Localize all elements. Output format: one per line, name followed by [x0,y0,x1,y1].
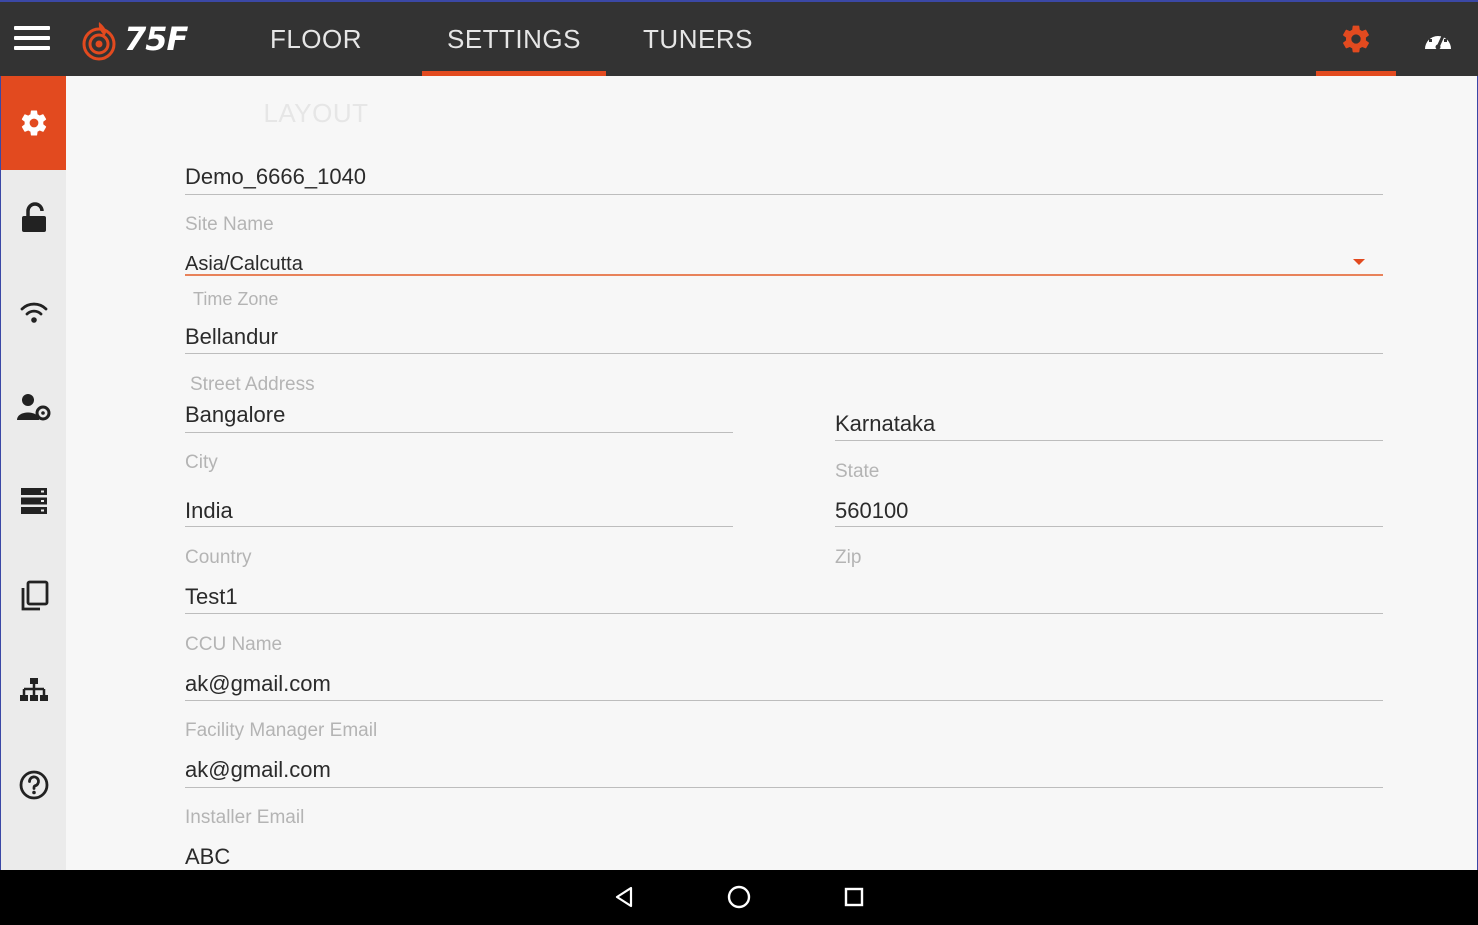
site-name-input[interactable]: Demo_6666_1040 [185,164,366,190]
sidebar-item-copy[interactable] [1,549,66,643]
sidebar-item-devices[interactable] [1,454,66,548]
tab-floor-layout[interactable]: FLOOR LAYOUT [220,2,412,128]
state-underline [835,440,1383,441]
copy-icon [21,580,48,611]
sidebar-item-help[interactable] [1,738,66,832]
tab-settings[interactable]: SETTINGS [422,2,606,76]
back-button[interactable] [607,882,641,912]
ccu-name-input[interactable]: Test1 [185,584,238,610]
time-zone-label: Time Zone [193,289,279,309]
zip-label: Zip [835,547,862,568]
city-underline [185,432,733,433]
dashboard-button[interactable] [1398,2,1478,76]
sidebar-item-user-settings[interactable] [1,360,66,454]
country-input[interactable]: India [185,498,233,524]
time-zone-underline [185,274,1383,276]
city-label: City [185,452,218,473]
gear-icon [21,110,46,136]
time-zone-select[interactable]: Asia/Calcutta [185,253,303,276]
user-settings-icon [16,394,50,421]
gear-icon [1343,25,1369,53]
installer-email-underline [185,787,1383,788]
sidebar-item-security[interactable] [1,171,66,265]
server-list-icon [20,488,47,514]
help-icon [19,770,48,800]
ccu-name-label: CCU Name [185,634,283,655]
zip-underline [835,526,1383,527]
tab-tuners[interactable]: TUNERS [640,2,756,76]
settings-gear-button[interactable] [1316,2,1396,76]
site-name-underline [185,194,1383,195]
street-address-input[interactable]: Bellandur [185,324,278,350]
brand-name: 75F [124,20,188,58]
facility-manager-email-input[interactable]: ak@gmail.com [185,671,331,697]
state-label: State [835,461,880,482]
sidebar-item-wifi[interactable] [1,265,66,359]
country-underline [185,526,733,527]
flame-icon [82,22,116,61]
network-hierarchy-icon [19,678,48,701]
street-address-label: Street Address [190,374,315,395]
next-field-input[interactable]: ABC [185,844,230,870]
dashboard-gauge-icon [1425,33,1451,50]
sidebar-item-settings[interactable] [1,76,66,170]
home-button[interactable] [722,882,756,912]
menu-icon[interactable] [14,26,50,52]
system-nav-bar [0,870,1478,925]
unlock-icon [21,202,46,232]
ccu-name-underline [185,613,1383,614]
top-app-bar: 75F FLOOR LAYOUT SETTINGS TUNERS [0,2,1478,128]
wifi-icon [20,302,47,323]
recents-icon [844,887,864,907]
recents-button[interactable] [837,882,871,912]
country-label: Country [185,547,252,568]
sidebar [1,76,66,870]
home-icon [727,885,751,909]
installer-email-label: Installer Email [185,807,305,828]
sidebar-item-network[interactable] [1,643,66,737]
back-icon [615,886,633,908]
street-address-underline [185,353,1383,354]
facility-manager-email-underline [185,700,1383,701]
brand-logo: 75F [80,20,200,62]
city-input[interactable]: Bangalore [185,402,285,428]
state-input[interactable]: Karnataka [835,411,935,437]
zip-input[interactable]: 560100 [835,498,908,524]
installer-email-input[interactable]: ak@gmail.com [185,757,331,783]
facility-manager-email-label: Facility Manager Email [185,720,378,741]
site-name-label: Site Name [185,214,274,235]
chevron-down-icon[interactable] [1353,259,1365,265]
